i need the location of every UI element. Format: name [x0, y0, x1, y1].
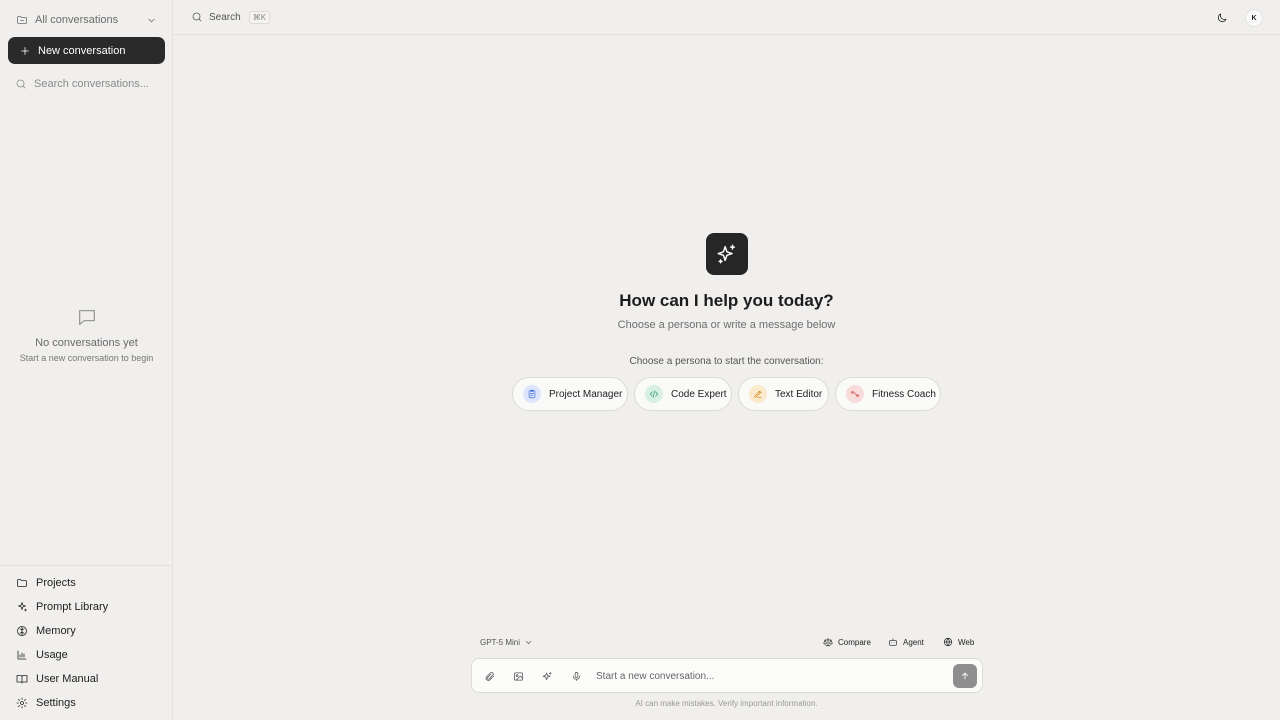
model-label: GPT-5 Mini [480, 637, 521, 647]
sidebar-item-label: User Manual [36, 673, 99, 685]
page-subtitle: Choose a persona or write a message belo… [617, 319, 836, 331]
message-input[interactable] [596, 667, 946, 685]
search-shortcut-badge: ⌘K [248, 10, 271, 24]
persona-code-expert[interactable]: Code Expert [634, 377, 732, 411]
sidebar-item-label: Usage [36, 649, 68, 661]
conversation-filter-dropdown[interactable]: All conversations [8, 8, 165, 32]
sidebar-item-label: Prompt Library [36, 601, 109, 613]
agent-label: Agent [903, 637, 924, 647]
plus-icon [19, 45, 31, 57]
sidebar-item-usage[interactable]: Usage [0, 643, 173, 667]
pencil-icon [749, 385, 767, 403]
persona-text-editor[interactable]: Text Editor [738, 377, 829, 411]
chevron-down-icon [146, 15, 157, 26]
user-avatar[interactable]: K [1245, 9, 1263, 27]
code-icon [645, 385, 663, 403]
sidebar: All conversations New conversation No co… [0, 0, 173, 720]
model-selector[interactable]: GPT-5 Mini [480, 636, 533, 648]
sidebar-item-label: Projects [36, 577, 76, 589]
persona-label: Project Manager [549, 388, 623, 400]
top-bar: Search ⌘K K [173, 0, 1280, 35]
chevron-down-icon [524, 638, 533, 647]
sidebar-item-prompt-library[interactable]: Prompt Library [0, 595, 173, 619]
sidebar-item-label: Settings [36, 697, 76, 709]
conversation-filter-label: All conversations [35, 14, 119, 26]
message-composer [471, 658, 983, 693]
send-button[interactable] [953, 664, 977, 688]
book-icon [16, 673, 28, 685]
brain-icon [16, 625, 28, 637]
global-search-button[interactable]: Search ⌘K [191, 9, 271, 25]
image-icon[interactable] [511, 669, 525, 683]
paperclip-icon[interactable] [482, 669, 496, 683]
globe-icon [943, 637, 953, 647]
sparkles-icon[interactable] [540, 669, 554, 683]
folder-icon [16, 14, 28, 26]
empty-conversations: No conversations yet Start a new convers… [0, 306, 173, 363]
persona-prompt: Choose a persona to start the conversati… [629, 356, 824, 367]
persona-label: Code Expert [671, 388, 727, 400]
global-search-label: Search [209, 11, 241, 23]
sidebar-item-user-manual[interactable]: User Manual [0, 667, 173, 691]
new-conversation-label: New conversation [38, 44, 126, 57]
sidebar-nav: Projects Prompt Library Memory Usage Use… [0, 565, 173, 720]
sidebar-item-settings[interactable]: Settings [0, 691, 173, 715]
compare-button[interactable]: Compare [823, 635, 871, 649]
clipboard-icon [523, 385, 541, 403]
empty-subtitle: Start a new conversation to begin [19, 353, 154, 363]
persona-label: Fitness Coach [872, 388, 936, 400]
chat-bubble-icon [76, 306, 98, 328]
arrow-up-icon [960, 671, 970, 681]
web-label: Web [958, 637, 975, 647]
microphone-icon[interactable] [569, 669, 583, 683]
conversation-search-input[interactable] [34, 78, 154, 90]
moon-icon [1216, 12, 1228, 24]
gear-icon [16, 697, 28, 709]
sparkles-logo-icon [706, 233, 748, 275]
theme-toggle-button[interactable] [1213, 9, 1231, 27]
agent-button[interactable]: Agent [888, 635, 924, 649]
persona-fitness-coach[interactable]: Fitness Coach [835, 377, 941, 411]
bar-chart-icon [16, 649, 28, 661]
search-icon [191, 11, 203, 23]
sidebar-item-projects[interactable]: Projects [0, 571, 173, 595]
sidebar-item-memory[interactable]: Memory [0, 619, 173, 643]
new-conversation-button[interactable]: New conversation [8, 37, 165, 64]
sidebar-item-label: Memory [36, 625, 76, 637]
persona-project-manager[interactable]: Project Manager [512, 377, 628, 411]
folder-icon [16, 577, 28, 589]
persona-label: Text Editor [775, 388, 823, 400]
conversation-search [8, 72, 165, 96]
empty-title: No conversations yet [35, 337, 138, 349]
page-title: How can I help you today? [619, 291, 834, 310]
dumbbell-icon [846, 385, 864, 403]
compare-label: Compare [838, 637, 871, 647]
web-button[interactable]: Web [943, 635, 974, 649]
search-icon [15, 78, 27, 90]
disclaimer-text: AI can make mistakes. Verify important i… [635, 699, 818, 708]
robot-icon [888, 637, 898, 647]
sparkles-icon [16, 601, 28, 613]
scale-icon [823, 637, 833, 647]
